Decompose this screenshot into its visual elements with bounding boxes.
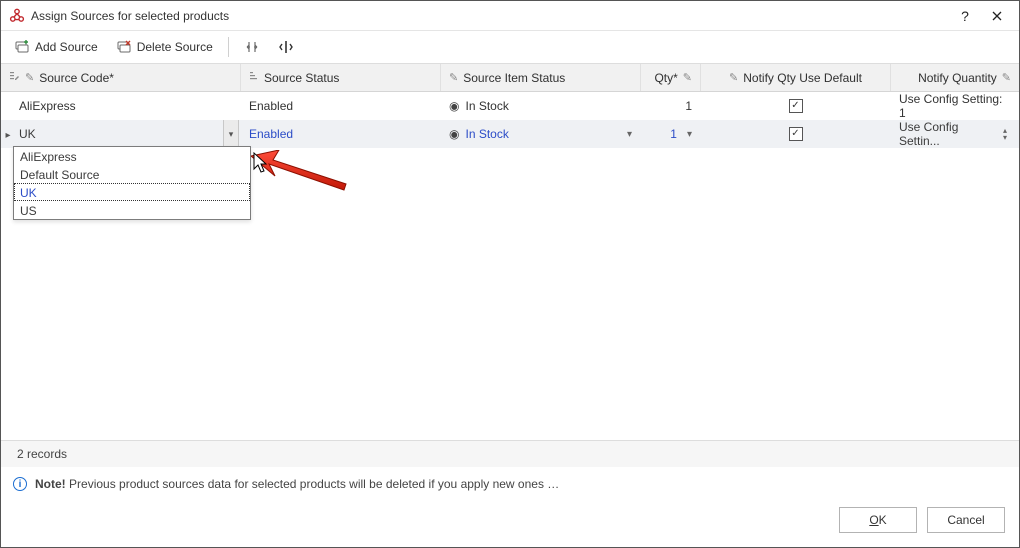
notify-default-checkbox[interactable] bbox=[789, 127, 803, 141]
add-source-label: Add Source bbox=[35, 40, 98, 54]
split-view-icon bbox=[278, 39, 294, 55]
grid-rows: AliExpress Enabled ◉ In Stock 1 Use Conf… bbox=[1, 92, 1019, 440]
editable-icon bbox=[9, 71, 20, 85]
cancel-button[interactable]: Cancel bbox=[927, 507, 1005, 533]
cell-source-status[interactable]: Enabled bbox=[249, 127, 293, 141]
pencil-icon: ✎ bbox=[729, 71, 738, 84]
cell-qty[interactable]: 1 bbox=[670, 127, 677, 141]
dropdown-option[interactable]: Default Source bbox=[14, 165, 250, 183]
column-qty[interactable]: Qty* ✎ bbox=[641, 64, 701, 91]
add-source-icon bbox=[14, 39, 30, 55]
mouse-cursor-icon bbox=[253, 152, 269, 174]
toggle-fit-button[interactable] bbox=[237, 35, 267, 59]
table-row[interactable]: AliExpress Enabled ◉ In Stock 1 Use Conf… bbox=[1, 92, 1019, 120]
grid-column-header: ✎ Source Code* Source Status ✎ Source It… bbox=[1, 64, 1019, 92]
cell-item-status: In Stock bbox=[465, 99, 508, 113]
status-bar: 2 records bbox=[1, 440, 1019, 467]
cell-source-status: Enabled bbox=[241, 92, 441, 120]
source-code-dropdown-handle[interactable]: ▾ bbox=[223, 120, 239, 148]
dialog-window: Assign Sources for selected products ? A… bbox=[0, 0, 1020, 548]
cell-notify-qty: Use Config Setting: 1 bbox=[891, 92, 1019, 120]
fit-columns-icon bbox=[244, 39, 260, 55]
delete-source-label: Delete Source bbox=[137, 40, 213, 54]
cell-source-code[interactable]: UK bbox=[19, 127, 36, 141]
spinner-control[interactable]: ▴▾ bbox=[1000, 128, 1010, 141]
help-button[interactable]: ? bbox=[949, 2, 981, 30]
pencil-icon: ✎ bbox=[25, 71, 34, 84]
instock-eye-icon: ◉ bbox=[449, 127, 459, 141]
source-code-dropdown[interactable]: AliExpress Default Source UK US bbox=[13, 146, 251, 220]
column-label: Notify Quantity bbox=[918, 71, 997, 85]
pencil-icon: ✎ bbox=[1002, 71, 1011, 84]
dropdown-option[interactable]: US bbox=[14, 201, 250, 219]
pencil-icon: ✎ bbox=[683, 71, 692, 84]
close-button[interactable] bbox=[981, 2, 1013, 30]
add-source-button[interactable]: Add Source bbox=[7, 35, 105, 59]
note-text: Note! Previous product sources data for … bbox=[35, 477, 559, 491]
column-label: Qty* bbox=[654, 71, 677, 85]
column-source-code[interactable]: ✎ Source Code* bbox=[1, 64, 241, 91]
delete-source-button[interactable]: Delete Source bbox=[109, 35, 220, 59]
column-label: Source Code* bbox=[39, 71, 114, 85]
dropdown-option[interactable]: UK bbox=[14, 183, 250, 201]
cell-source-code: AliExpress bbox=[19, 99, 76, 113]
app-logo-icon bbox=[9, 8, 25, 24]
toolbar-separator bbox=[228, 37, 229, 57]
delete-source-icon bbox=[116, 39, 132, 55]
column-item-status[interactable]: ✎ Source Item Status bbox=[441, 64, 641, 91]
column-source-status[interactable]: Source Status bbox=[241, 64, 441, 91]
table-row[interactable]: UK Enabled ◉ In Stock ▾ 1 ▾ Use Config S… bbox=[1, 120, 1019, 148]
ok-button[interactable]: OK bbox=[839, 507, 917, 533]
column-label: Source Status bbox=[264, 71, 339, 85]
record-count-label: 2 records bbox=[17, 447, 67, 461]
title-bar: Assign Sources for selected products ? bbox=[1, 1, 1019, 31]
annotation-arrow-icon bbox=[249, 150, 349, 195]
cell-qty[interactable]: 1 bbox=[641, 92, 701, 120]
instock-eye-icon: ◉ bbox=[449, 99, 459, 113]
column-notify-default[interactable]: ✎ Notify Qty Use Default bbox=[701, 64, 891, 91]
row-marker-icon bbox=[3, 127, 13, 141]
chevron-down-icon[interactable]: ▾ bbox=[687, 129, 692, 140]
pencil-icon: ✎ bbox=[449, 71, 458, 84]
column-notify-qty[interactable]: Notify Quantity ✎ bbox=[891, 64, 1019, 91]
info-icon: i bbox=[13, 477, 27, 491]
dialog-button-bar: OK Cancel bbox=[1, 501, 1019, 547]
column-label: Notify Qty Use Default bbox=[743, 71, 862, 85]
cell-item-status[interactable]: In Stock bbox=[465, 127, 508, 141]
column-label: Source Item Status bbox=[463, 71, 565, 85]
notify-default-checkbox[interactable] bbox=[789, 99, 803, 113]
toggle-split-button[interactable] bbox=[271, 35, 301, 59]
cell-notify-qty: Use Config Settin... bbox=[899, 120, 990, 148]
note-bar: i Note! Previous product sources data fo… bbox=[1, 467, 1019, 501]
window-title: Assign Sources for selected products bbox=[31, 9, 949, 23]
sort-icon bbox=[249, 71, 259, 84]
chevron-down-icon[interactable]: ▾ bbox=[627, 129, 632, 140]
toolbar: Add Source Delete Source bbox=[1, 31, 1019, 64]
dropdown-option[interactable]: AliExpress bbox=[14, 147, 250, 165]
